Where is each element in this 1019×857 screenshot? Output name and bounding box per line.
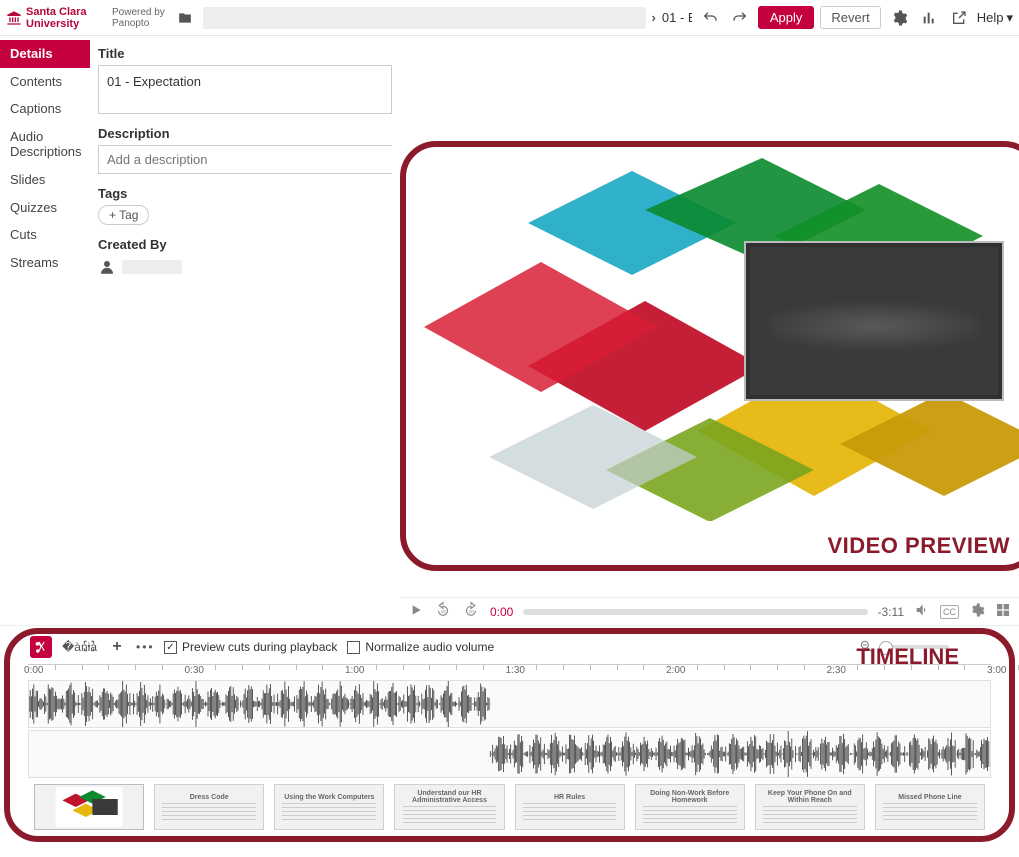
playback-bar: 10 10 0:00 -3:11 CC <box>400 597 1019 625</box>
powered-line1: Powered by <box>112 7 167 18</box>
breadcrumb-path[interactable] <box>203 7 646 29</box>
brand-logo: Santa Clara University <box>6 6 106 30</box>
brand-name: Santa Clara University <box>26 6 106 30</box>
chevron-down-icon: ▾ <box>1006 10 1013 26</box>
sidebar: DetailsContentsCaptionsAudio Description… <box>0 36 90 625</box>
annotation-timeline-label: TIMELINE <box>856 644 959 670</box>
svg-text:10: 10 <box>441 609 447 614</box>
breadcrumb-current: 01 - E <box>662 10 692 25</box>
remaining-time: -3:11 <box>878 605 904 619</box>
ruler-mark: 2:30 <box>827 665 846 676</box>
help-label: Help <box>977 10 1004 25</box>
ruler-mark: 1:30 <box>506 665 525 676</box>
cc-icon[interactable]: CC <box>940 605 959 619</box>
slide-thumb[interactable]: Understand our HR Administrative Access <box>394 784 504 830</box>
preview-cuts-label: Preview cuts during playback <box>182 640 337 654</box>
checkbox-icon <box>164 641 177 654</box>
ruler-mark: 1:00 <box>345 665 364 676</box>
sidebar-item-details[interactable]: Details <box>0 40 90 68</box>
chevron-right-icon: › <box>652 10 656 25</box>
tags-label: Tags <box>98 186 392 201</box>
slide-thumb[interactable]: Using the Work Computers <box>274 784 384 830</box>
video-preview[interactable] <box>410 151 1019 521</box>
play-icon[interactable] <box>408 602 424 621</box>
apply-button[interactable]: Apply <box>758 6 815 29</box>
preview-area: VIDEO PREVIEW 10 10 0:00 -3:11 CC <box>400 36 1019 625</box>
creator-name <box>122 260 182 274</box>
description-input[interactable] <box>98 145 392 174</box>
sidebar-item-captions[interactable]: Captions <box>0 95 90 123</box>
waveform-track-b[interactable] <box>28 730 991 778</box>
playback-settings-icon[interactable] <box>969 602 985 621</box>
creator-row <box>98 258 392 276</box>
add-icon[interactable]: + <box>108 638 126 656</box>
gear-icon[interactable] <box>887 6 911 30</box>
slide-thumb[interactable]: Missed Phone Line <box>875 784 985 830</box>
checkbox-icon <box>347 641 360 654</box>
slide-thumb[interactable]: Keep Your Phone On and Within Reach <box>755 784 865 830</box>
ruler-mark: 3:00 <box>987 665 1006 676</box>
sidebar-item-contents[interactable]: Contents <box>0 68 90 96</box>
volume-icon[interactable] <box>914 602 930 621</box>
slide-thumb[interactable]: HR Rules <box>515 784 625 830</box>
title-label: Title <box>98 46 392 61</box>
slide-thumbnails: Dress CodeUsing the Work ComputersUnders… <box>0 778 1019 832</box>
focus-icon[interactable]: �ània <box>62 640 80 654</box>
grid-icon[interactable] <box>995 602 1011 621</box>
slide-thumb[interactable]: Doing Non-Work Before Homework <box>635 784 745 830</box>
redo-icon[interactable] <box>728 6 752 30</box>
focus-icon[interactable] <box>80 639 98 656</box>
created-by-label: Created By <box>98 237 392 252</box>
sidebar-item-slides[interactable]: Slides <box>0 166 90 194</box>
current-time: 0:00 <box>490 605 513 619</box>
scrub-bar[interactable] <box>523 609 867 615</box>
undo-icon[interactable] <box>698 6 722 30</box>
preview-cuts-checkbox[interactable]: Preview cuts during playback <box>164 640 337 654</box>
sidebar-item-quizzes[interactable]: Quizzes <box>0 194 90 222</box>
powered-line2: Panopto <box>112 18 167 29</box>
title-input[interactable] <box>98 65 392 114</box>
timeline-section: TIMELINE �ània + ••• Preview cuts during… <box>0 626 1019 846</box>
description-label: Description <box>98 126 392 141</box>
slide-overlay <box>744 241 1004 401</box>
revert-button[interactable]: Revert <box>820 6 880 29</box>
ruler-mark: 0:00 <box>24 665 43 676</box>
sidebar-item-cuts[interactable]: Cuts <box>0 221 90 249</box>
rewind10-icon[interactable]: 10 <box>434 601 452 622</box>
normalize-checkbox[interactable]: Normalize audio volume <box>347 640 494 654</box>
details-panel: Title Description Tags + Tag Created By <box>90 36 400 625</box>
person-icon <box>98 258 116 276</box>
help-menu[interactable]: Help ▾ <box>977 10 1013 26</box>
ruler-mark: 0:30 <box>184 665 203 676</box>
more-icon[interactable]: ••• <box>136 640 154 654</box>
slide-thumb[interactable] <box>34 784 144 830</box>
waveform-track-a[interactable] <box>28 680 991 728</box>
ruler-mark: 2:00 <box>666 665 685 676</box>
slide-thumb[interactable]: Dress Code <box>154 784 264 830</box>
svg-text:10: 10 <box>469 609 475 614</box>
normalize-label: Normalize audio volume <box>365 640 494 654</box>
add-tag-button[interactable]: + Tag <box>98 205 149 225</box>
timeline-ruler[interactable]: 0:000:301:001:302:002:303:00 <box>28 664 991 680</box>
folder-icon[interactable] <box>173 6 197 30</box>
university-icon <box>6 10 22 26</box>
main-area: DetailsContentsCaptionsAudio Description… <box>0 36 1019 626</box>
stats-icon[interactable] <box>917 6 941 30</box>
forward10-icon[interactable]: 10 <box>462 601 480 622</box>
sidebar-item-streams[interactable]: Streams <box>0 249 90 277</box>
share-icon[interactable] <box>947 6 971 30</box>
app-header: Santa Clara University Powered by Panopt… <box>0 0 1019 36</box>
powered-by: Powered by Panopto <box>112 7 167 29</box>
annotation-video-preview-label: VIDEO PREVIEW <box>827 533 1010 559</box>
cut-tool-icon[interactable] <box>30 636 52 658</box>
sidebar-item-audio-descriptions[interactable]: Audio Descriptions <box>0 123 90 166</box>
